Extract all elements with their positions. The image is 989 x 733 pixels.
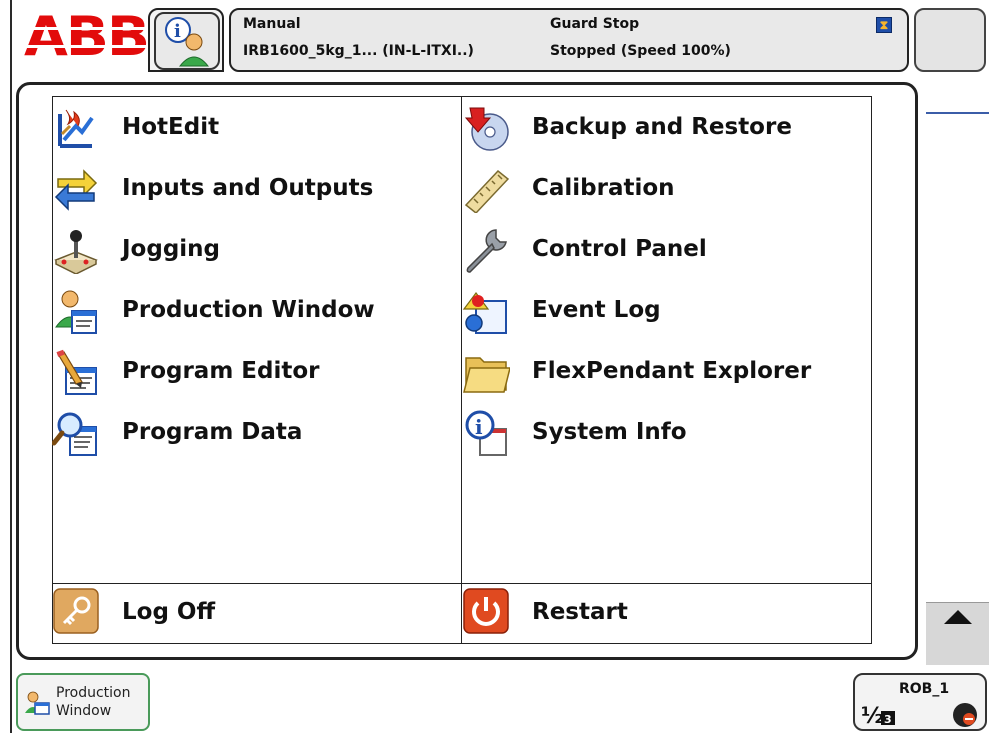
menu-item-label: System Info: [532, 419, 687, 445]
menu-item-label: Production Window: [122, 297, 375, 323]
menu-item-label: FlexPendant Explorer: [532, 358, 812, 384]
user-info-icon: i: [165, 17, 210, 67]
user-info-button[interactable]: i: [154, 12, 220, 70]
menu-item-label: Event Log: [532, 297, 661, 323]
menu-item-label: Control Panel: [532, 236, 707, 262]
key-icon: [53, 588, 99, 634]
io-arrows-icon: [54, 169, 98, 211]
log-off-button[interactable]: Log Off: [52, 585, 457, 641]
menu-item-inputs-outputs[interactable]: Inputs and Outputs: [52, 161, 457, 217]
log-off-label: Log Off: [122, 599, 216, 625]
power-icon: [463, 588, 509, 634]
menu-item-label: Calibration: [532, 175, 675, 201]
svg-text:½: ½: [861, 704, 884, 729]
svg-text:i: i: [475, 415, 483, 439]
program-data-icon: [52, 412, 97, 456]
restart-label: Restart: [532, 599, 628, 625]
menu-item-event-log[interactable]: Event Log: [462, 283, 867, 339]
menu-item-label: Jogging: [122, 236, 221, 262]
controller-state: Stopped (Speed 100%): [550, 43, 731, 59]
menu-item-program-data[interactable]: Program Data: [52, 405, 457, 461]
quickset-button[interactable]: ROB_1 ½ 3: [853, 673, 987, 731]
event-log-icon: [462, 292, 507, 334]
menu-item-hotedit[interactable]: HotEdit: [52, 100, 457, 156]
svg-text:i: i: [174, 21, 181, 42]
menu-item-label: Program Data: [122, 419, 303, 445]
close-button[interactable]: [914, 8, 986, 72]
restart-button[interactable]: Restart: [462, 585, 867, 641]
guard-status: Guard Stop: [550, 16, 640, 32]
svg-text:3: 3: [884, 713, 892, 726]
production-window-icon: [55, 290, 97, 334]
menu-item-jogging[interactable]: Jogging: [52, 222, 457, 278]
menu-item-calibration[interactable]: Calibration: [462, 161, 867, 217]
system-name: IRB1600_5kg_1... (IN-L-ITXI..): [243, 43, 474, 59]
menu-item-label: HotEdit: [122, 114, 220, 140]
menu-item-program-editor[interactable]: Program Editor: [52, 344, 457, 400]
ruler-icon: [464, 169, 510, 213]
menu-item-label: Inputs and Outputs: [122, 175, 374, 201]
folder-icon: [463, 357, 510, 393]
production-window-icon: [25, 691, 50, 715]
background-panel: [926, 112, 989, 664]
joystick-icon: [54, 230, 98, 274]
menu-item-label: Backup and Restore: [532, 114, 792, 140]
menu-item-backup-restore[interactable]: Backup and Restore: [462, 100, 867, 156]
increment-icon: [953, 703, 977, 727]
status-bar[interactable]: Manual IRB1600_5kg_1... (IN-L-ITXI..) Gu…: [229, 8, 909, 72]
mechanical-unit-icon: ½ 3: [861, 704, 895, 729]
menu-item-label: Program Editor: [122, 358, 320, 384]
row-divider: [52, 583, 872, 584]
logo-stripe: [14, 27, 148, 30]
hotedit-icon: [58, 109, 94, 148]
menu-item-system-info[interactable]: i System Info: [462, 405, 867, 461]
menu-item-control-panel[interactable]: Control Panel: [462, 222, 867, 278]
taskbar-label: Production Window: [56, 685, 131, 719]
hourglass-icon: ⧗: [876, 17, 892, 33]
system-info-icon: i: [465, 410, 507, 456]
operating-mode: Manual: [243, 16, 301, 32]
arrow-up-icon: [944, 610, 972, 624]
wrench-icon: [466, 229, 507, 273]
left-edge: [10, 0, 12, 733]
abb-logo-text: ABB: [24, 5, 150, 68]
mechanical-unit-label: ROB_1: [899, 681, 950, 697]
taskbar-production-window[interactable]: Production Window: [16, 673, 150, 731]
menu-item-flexpendant-explorer[interactable]: FlexPendant Explorer: [462, 344, 867, 400]
backup-disc-icon: [464, 107, 509, 151]
program-editor-icon: [56, 349, 97, 395]
logo-stripe: [14, 45, 148, 48]
menu-item-production-window[interactable]: Production Window: [52, 283, 457, 339]
accent-line: [926, 112, 989, 114]
